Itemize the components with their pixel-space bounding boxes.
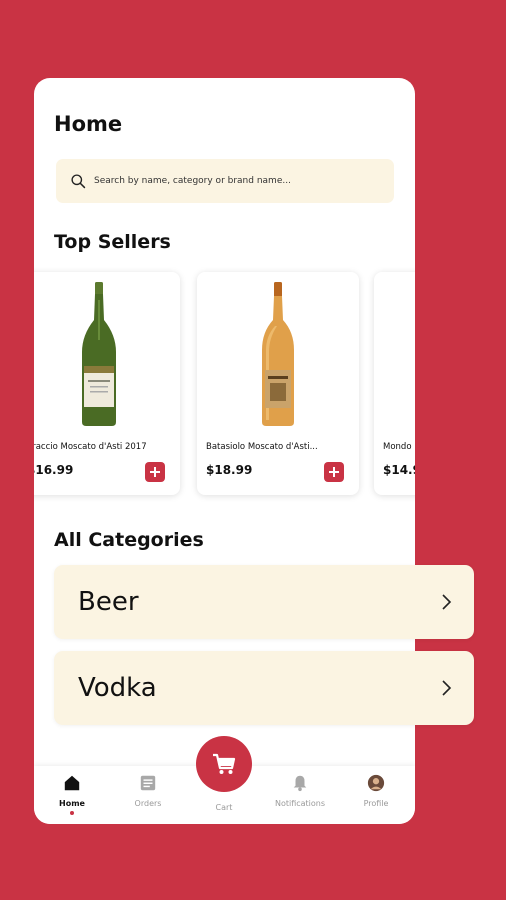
product-name: Batasiolo Moscato d'Asti... [206,442,318,452]
tab-profile[interactable]: Profile [338,774,414,820]
tab-home-label: Home [59,799,85,808]
product-image [262,282,294,426]
chevron-right-icon [442,680,452,696]
tab-notifications[interactable]: Notifications [262,774,338,820]
product-card[interactable]: Mondo $14.9 [374,272,415,495]
tab-home[interactable]: Home [34,774,110,820]
product-card[interactable]: araccio Moscato d'Asti 2017 $16.99 [34,272,180,495]
search-bar[interactable] [56,159,394,203]
tab-profile-label: Profile [363,799,389,808]
category-item-vodka[interactable]: Vodka [54,651,474,725]
tab-orders[interactable]: Orders [110,774,186,820]
all-categories-title: All Categories [54,529,204,551]
top-sellers-title: Top Sellers [54,231,171,253]
product-price: $18.99 [206,463,253,477]
chevron-right-icon [442,594,452,610]
tab-orders-label: Orders [134,799,162,808]
home-icon [64,775,80,791]
page-title: Home [54,112,123,136]
category-label: Beer [78,587,139,617]
cart-icon [213,753,236,774]
product-price: $14.9 [383,463,415,477]
product-image [82,282,116,426]
product-card[interactable]: Batasiolo Moscato d'Asti... $18.99 [197,272,359,495]
bottom-tab-bar: Home Orders Cart Notifications Profile [34,736,415,824]
search-input[interactable] [94,176,384,186]
search-icon [71,173,86,188]
cart-button[interactable] [196,736,252,792]
product-name: araccio Moscato d'Asti 2017 [34,442,147,452]
add-icon [329,467,339,477]
tab-cart-label: Cart [215,803,233,812]
avatar [367,774,385,792]
add-to-cart-button[interactable] [145,462,165,482]
category-item-beer[interactable]: Beer [54,565,474,639]
product-name: Mondo [383,442,412,452]
add-icon [150,467,160,477]
add-to-cart-button[interactable] [324,462,344,482]
top-sellers-carousel[interactable]: araccio Moscato d'Asti 2017 $16.99 Batas… [34,272,415,496]
orders-icon [140,775,156,791]
category-label: Vodka [78,673,157,703]
product-price: $16.99 [34,463,74,477]
bell-icon [293,775,307,792]
tab-notifications-label: Notifications [274,799,326,808]
active-indicator [70,811,74,815]
